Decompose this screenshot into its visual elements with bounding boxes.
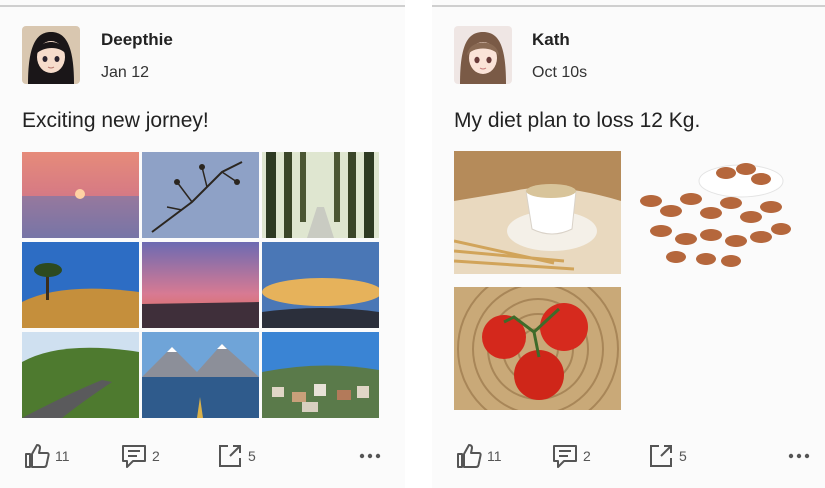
- author-name[interactable]: Deepthie: [101, 30, 173, 50]
- share-count: 5: [248, 448, 256, 464]
- photo-tree-hill[interactable]: [22, 242, 139, 328]
- comment-count: 2: [152, 448, 160, 464]
- comment-icon: [122, 445, 146, 468]
- like-count: 11: [55, 448, 70, 464]
- photo-sunrays-clouds[interactable]: [262, 242, 379, 328]
- comment-button[interactable]: 2: [550, 440, 591, 472]
- photo-mountain-lake[interactable]: [142, 332, 259, 418]
- like-button[interactable]: 11: [454, 440, 502, 472]
- share-count: 5: [679, 448, 687, 464]
- share-button[interactable]: 5: [646, 440, 687, 472]
- thumbs-up-icon: [25, 444, 50, 468]
- post-date: Oct 10s: [532, 64, 588, 81]
- post-card-deepthie: Deepthie Jan 12 Exciting new jorney! 11 …: [0, 0, 405, 488]
- post-actions: 11 2 5: [22, 440, 405, 472]
- photo-hill-town[interactable]: [262, 332, 379, 418]
- avatar[interactable]: [454, 26, 512, 84]
- share-button[interactable]: 5: [215, 440, 256, 472]
- photo-oats-cup[interactable]: [454, 151, 621, 274]
- author-name[interactable]: Kath: [532, 30, 570, 50]
- share-icon: [650, 445, 672, 467]
- avatar[interactable]: [22, 26, 80, 84]
- photo-purple-sky[interactable]: [142, 242, 259, 328]
- photo-branches[interactable]: [142, 152, 259, 238]
- more-icon: [788, 453, 810, 459]
- more-icon: [359, 453, 381, 459]
- like-count: 11: [487, 448, 502, 464]
- photo-mountain-road[interactable]: [22, 332, 139, 418]
- more-button[interactable]: [358, 440, 382, 472]
- more-button[interactable]: [787, 440, 811, 472]
- share-icon: [219, 445, 241, 467]
- thumbs-up-icon: [457, 444, 482, 468]
- comment-count: 2: [583, 448, 591, 464]
- post-actions: 11 2 5: [454, 440, 825, 472]
- photo-sunset-sea[interactable]: [22, 152, 139, 238]
- photo-forest-path[interactable]: [262, 152, 379, 238]
- post-date: Jan 12: [101, 64, 150, 81]
- comment-button[interactable]: 2: [119, 440, 160, 472]
- photo-almonds[interactable]: [631, 151, 800, 274]
- post-text: Exciting new jorney!: [22, 109, 209, 132]
- post-text: My diet plan to loss 12 Kg.: [454, 109, 701, 132]
- like-button[interactable]: 11: [22, 440, 70, 472]
- post-card-kath: Kath Oct 10s My diet plan to loss 12 Kg.: [432, 0, 825, 488]
- photo-tomatoes-basket[interactable]: [454, 287, 621, 410]
- comment-icon: [553, 445, 577, 468]
